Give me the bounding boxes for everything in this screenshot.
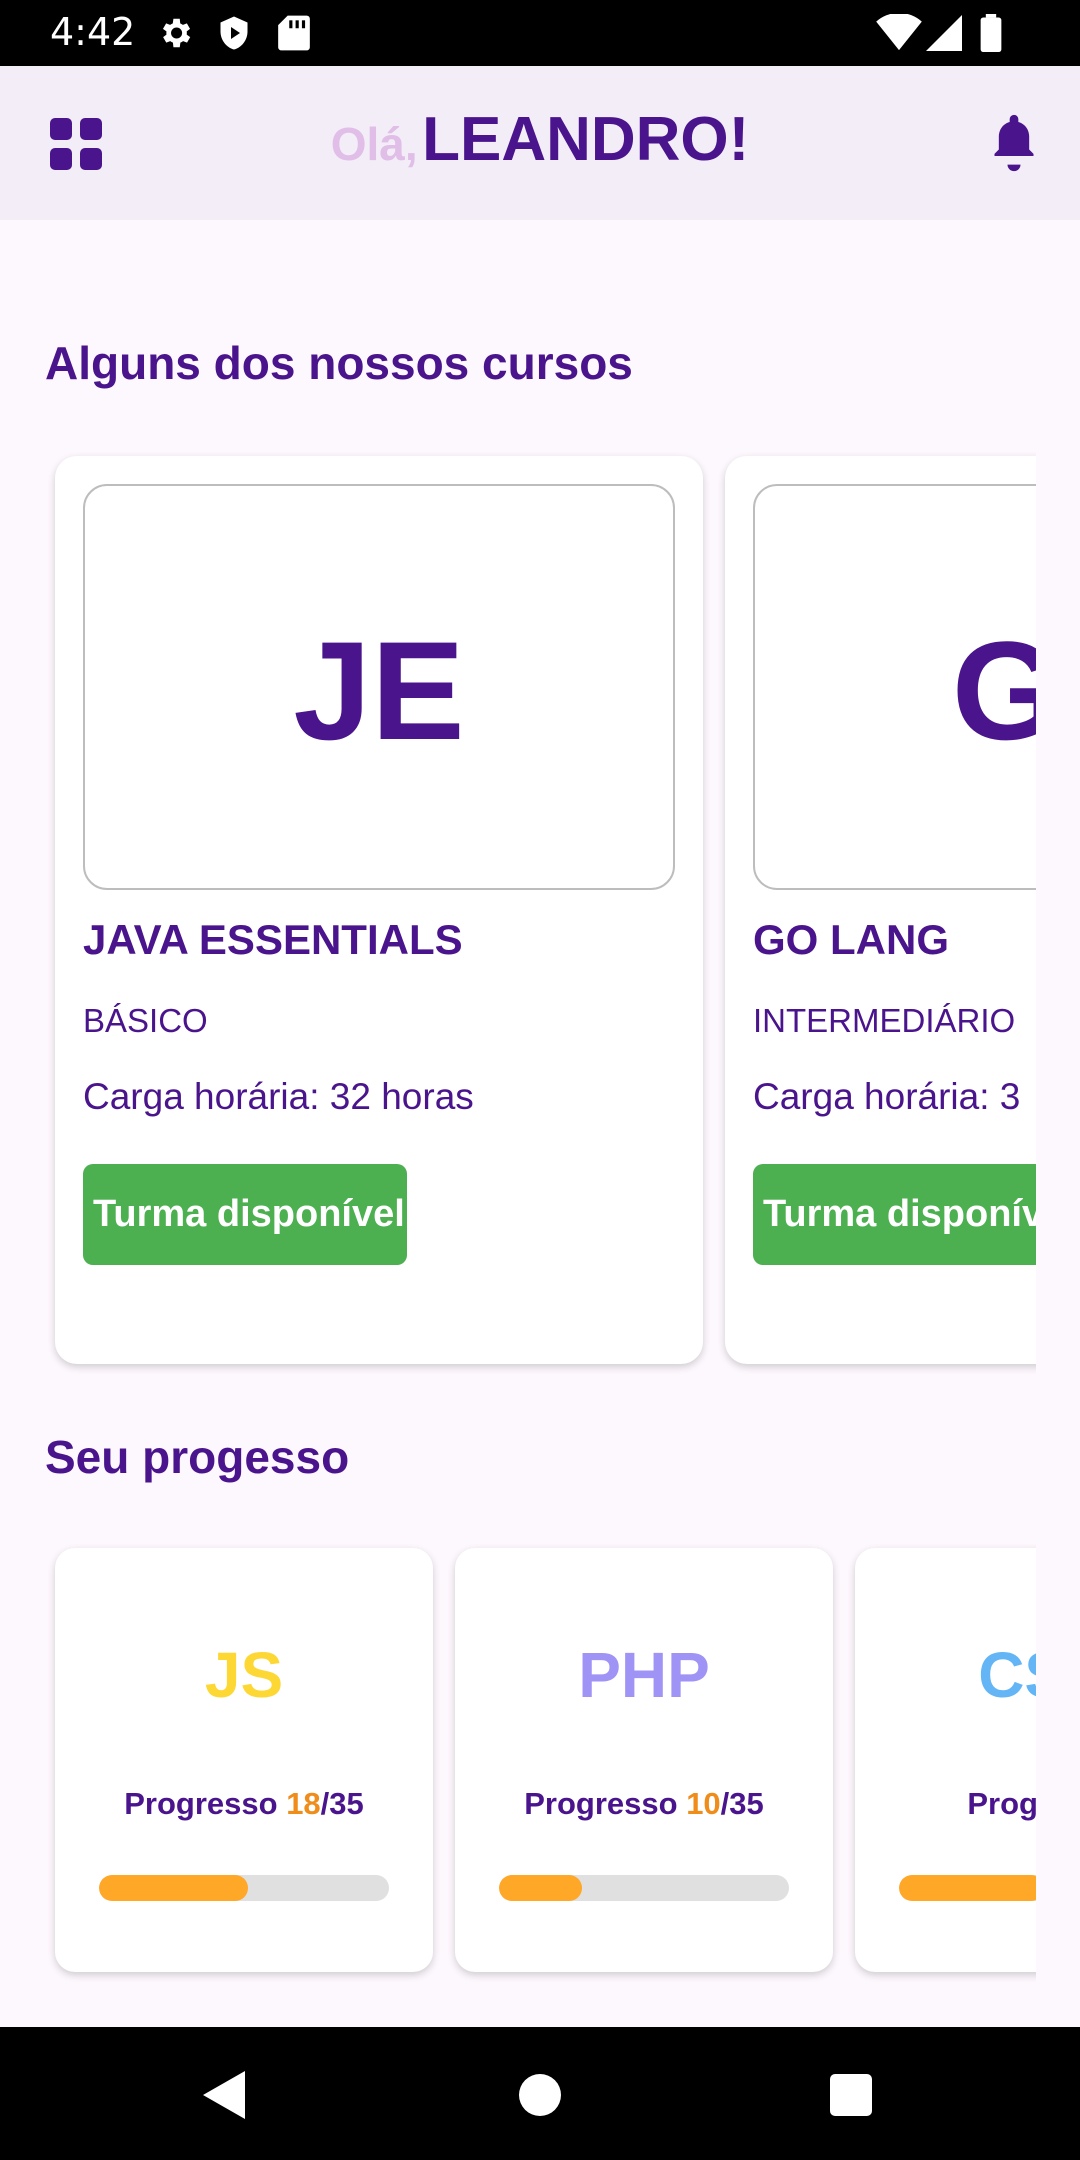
course-hours: Carga horária: 32 horas: [83, 1076, 474, 1117]
progress-card[interactable]: CSS Progresso: [855, 1548, 1036, 1972]
home-icon[interactable]: [518, 2073, 562, 2117]
progress-label: Progresso: [967, 1786, 1036, 1821]
progress-text: Progresso 18/35: [55, 1786, 433, 1822]
battery-icon: [980, 14, 1002, 52]
course-level: INTERMEDIÁRIO: [753, 1002, 1016, 1039]
progress-bar-fill: [99, 1875, 249, 1901]
progress-text: Progresso 10/35: [455, 1786, 833, 1822]
course-initials: GL: [951, 612, 1036, 769]
course-card[interactable]: GL GO LANG INTERMEDIÁRIO Carga horária: …: [725, 456, 1036, 1364]
courses-section-title: Alguns dos nossos cursos: [45, 337, 633, 389]
progress-bar-fill: [899, 1875, 1036, 1901]
course-level: BÁSICO: [83, 1002, 208, 1039]
course-thumbnail: JE: [83, 484, 675, 890]
progress-current: 10: [686, 1786, 721, 1821]
class-available-button[interactable]: Turma disponível: [753, 1164, 1036, 1265]
progress-bar: [899, 1875, 1036, 1901]
progress-language: JS: [204, 1639, 284, 1711]
progress-bar: [99, 1875, 389, 1901]
course-name: JAVA ESSENTIALS: [83, 916, 463, 963]
course-initials: JE: [293, 612, 465, 769]
play-protect-icon: [220, 16, 248, 50]
progress-total: /35: [320, 1786, 364, 1821]
settings-icon: [162, 18, 191, 48]
greeting-hello: Olá,: [330, 118, 418, 170]
class-available-button[interactable]: Turma disponível: [83, 1164, 407, 1265]
bell-icon[interactable]: [988, 114, 1040, 172]
progress-carousel[interactable]: JS Progresso 18/35 PHP Progresso 10/35 C…: [0, 1540, 1036, 1990]
app-bar: Olá, LEANDRO!: [0, 66, 1080, 220]
wifi-icon: [876, 14, 922, 51]
progress-label: Progresso: [524, 1786, 678, 1821]
progress-language: CSS: [978, 1639, 1036, 1711]
progress-label: Progresso: [124, 1786, 278, 1821]
course-thumbnail: GL: [753, 484, 1036, 890]
progress-bar-fill: [499, 1875, 582, 1901]
status-bar: 4:42: [0, 0, 1080, 66]
progress-section-title: Seu progesso: [45, 1431, 350, 1483]
progress-card[interactable]: JS Progresso 18/35: [55, 1548, 433, 1972]
user-name: LEANDRO!: [422, 105, 750, 174]
signal-icon: [926, 15, 962, 51]
sd-card-icon: [278, 15, 310, 51]
progress-current: 18: [286, 1786, 321, 1821]
course-name: GO LANG: [753, 916, 949, 963]
courses-carousel[interactable]: JE JAVA ESSENTIALS BÁSICO Carga horária:…: [0, 440, 1036, 1400]
course-hours: Carga horária: 3: [753, 1076, 1021, 1117]
greeting: Olá, LEANDRO!: [0, 104, 1080, 175]
navigation-bar: [0, 2027, 1080, 2160]
status-time: 4:42: [50, 10, 136, 54]
back-icon[interactable]: [203, 2071, 247, 2119]
progress-text: Progresso: [855, 1786, 1036, 1822]
progress-total: /35: [720, 1786, 764, 1821]
progress-bar: [499, 1875, 789, 1901]
progress-language: PHP: [578, 1639, 710, 1711]
course-card[interactable]: JE JAVA ESSENTIALS BÁSICO Carga horária:…: [55, 456, 703, 1364]
recents-icon[interactable]: [829, 2073, 873, 2117]
progress-card[interactable]: PHP Progresso 10/35: [455, 1548, 833, 1972]
